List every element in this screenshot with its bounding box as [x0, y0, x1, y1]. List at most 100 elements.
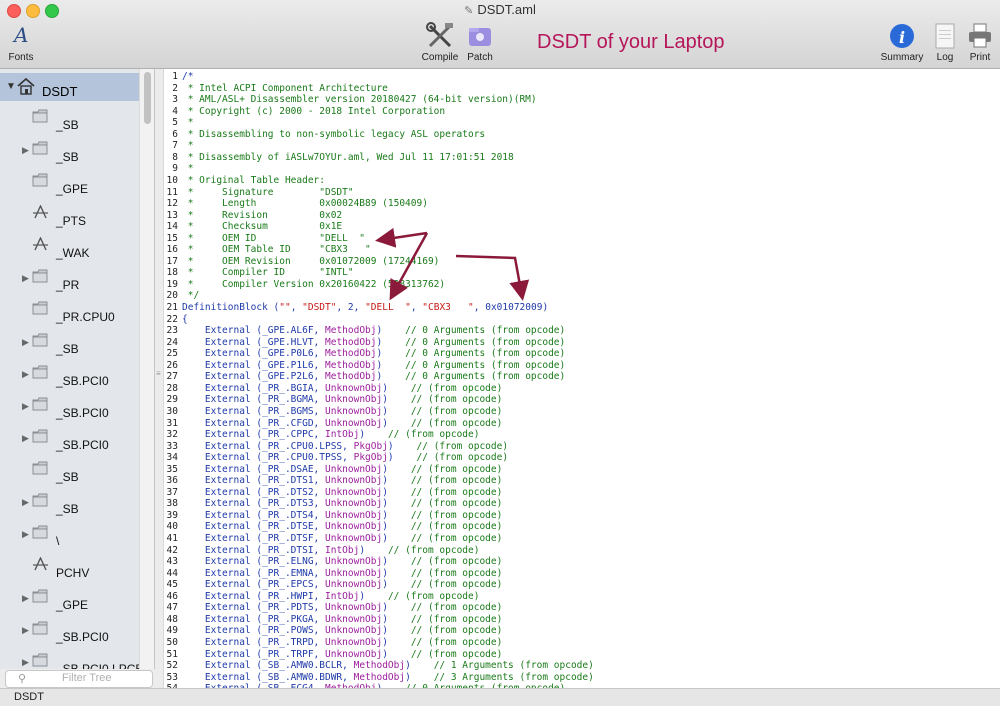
patch-button[interactable]: Patch — [462, 22, 498, 63]
sidebar-tree[interactable]: ▼ DSDT _SB ▶ _SB _GPE _PTS _WAK ▶ _PR _PR.CPU0 ▶ _… — [0, 69, 155, 669]
tree-item[interactable]: ▶ _SB.PCI0 — [0, 358, 140, 390]
tree-item[interactable]: ▶ _GPE — [0, 582, 140, 614]
disclosure-collapsed-icon[interactable]: ▶ — [22, 273, 29, 284]
code-line[interactable]: * Disassembling to non-symbolic legacy A… — [182, 129, 485, 141]
code-line[interactable]: External (_GPE.P1L6, MethodObj) // 0 Arg… — [182, 360, 565, 372]
code-line[interactable]: External (_PR_.TRPF, UnknownObj) // (fro… — [182, 649, 502, 661]
tree-item[interactable]: _GPE — [0, 166, 140, 198]
tree-item[interactable]: ▶ _SB — [0, 486, 140, 518]
code-line[interactable]: External (_PR_.EPCS, UnknownObj) // (fro… — [182, 579, 502, 591]
code-line[interactable]: External (_GPE.AL6F, MethodObj) // 0 Arg… — [182, 325, 565, 337]
tree-item[interactable]: ▶ _SB.PCI0 — [0, 614, 140, 646]
tree-item[interactable]: ▶ _SB — [0, 326, 140, 358]
code-line[interactable]: External (_PR_.DTSF, UnknownObj) // (fro… — [182, 533, 502, 545]
code-line[interactable]: * OEM Revision 0x01072009 (17244169) — [182, 256, 440, 268]
code-line[interactable]: * Disassembly of iASLw7OYUr.aml, Wed Jul… — [182, 152, 514, 164]
code-line[interactable]: External (_PR_.CPU0.LPSS, PkgObj) // (fr… — [182, 441, 508, 453]
code-line[interactable]: External (_PR_.EMNA, UnknownObj) // (fro… — [182, 568, 502, 580]
tree-item[interactable]: ▶ _SB.PCI0 — [0, 390, 140, 422]
code-line[interactable]: External (_SB_.AMW0.BDWR, MethodObj) // … — [182, 672, 594, 684]
disclosure-collapsed-icon[interactable]: ▶ — [22, 337, 29, 348]
code-line[interactable]: * Checksum 0x1E — [182, 221, 342, 233]
code-line[interactable]: External (_GPE.P2L6, MethodObj) // 0 Arg… — [182, 371, 565, 383]
disclosure-collapsed-icon[interactable]: ▶ — [22, 593, 29, 604]
sidebar-scrollbar[interactable] — [139, 69, 154, 669]
code-line[interactable]: * Length 0x00024B89 (150409) — [182, 198, 428, 210]
summary-button[interactable]: i Summary — [876, 22, 928, 63]
tree-item[interactable]: _SB — [0, 454, 140, 486]
code-line[interactable]: External (_PR_.BGMA, UnknownObj) // (fro… — [182, 394, 502, 406]
disclosure-expanded-icon[interactable]: ▼ — [6, 81, 16, 92]
code-line[interactable]: External (_PR_.DTS2, UnknownObj) // (fro… — [182, 487, 502, 499]
tree-item[interactable]: ▶ _SB.PCI0 — [0, 422, 140, 454]
tree-item[interactable]: ▶ _SB.PCI0.LPCB — [0, 646, 143, 669]
code-line[interactable]: External (_SB_.AMW0.BCLR, MethodObj) // … — [182, 660, 594, 672]
code-line[interactable]: External (_PR_.CPPC, IntObj) // (from op… — [182, 429, 480, 441]
compile-button[interactable]: Compile — [418, 22, 462, 63]
code-line[interactable]: External (_PR_.BGMS, UnknownObj) // (fro… — [182, 406, 502, 418]
code-line[interactable]: External (_PR_.PDTS, UnknownObj) // (fro… — [182, 602, 502, 614]
code-line[interactable]: * OEM ID "DELL " — [182, 233, 365, 245]
log-button[interactable]: Log — [930, 22, 960, 63]
disclosure-collapsed-icon[interactable]: ▶ — [22, 145, 29, 156]
code-line[interactable]: * Compiler ID "INTL" — [182, 267, 354, 279]
code-line[interactable]: * OEM Table ID "CBX3 " — [182, 244, 371, 256]
disclosure-collapsed-icon[interactable]: ▶ — [22, 401, 29, 412]
code-line[interactable]: External (_PR_.PKGA, UnknownObj) // (fro… — [182, 614, 502, 626]
code-token: External (_PR_.PDTS, — [182, 602, 325, 614]
code-line[interactable]: * Intel ACPI Component Architecture — [182, 83, 388, 95]
code-line[interactable]: * — [182, 140, 194, 152]
code-line[interactable]: External (_PR_.CFGD, UnknownObj) // (fro… — [182, 418, 502, 430]
code-line[interactable]: DefinitionBlock ("", "DSDT", 2, "DELL ",… — [182, 302, 548, 314]
code-line[interactable]: External (_PR_.HWPI, IntObj) // (from op… — [182, 591, 480, 603]
code-line[interactable]: * AML/ASL+ Disassembler version 20180427… — [182, 94, 537, 106]
sidebar-scrollbar-thumb[interactable] — [144, 72, 151, 124]
code-line[interactable]: * Signature "DSDT" — [182, 187, 354, 199]
code-line[interactable]: External (_GPE.P0L6, MethodObj) // 0 Arg… — [182, 348, 565, 360]
tree-item[interactable]: ▶ _SB — [0, 134, 140, 166]
code-line[interactable]: External (_PR_.DTS1, UnknownObj) // (fro… — [182, 475, 502, 487]
code-line[interactable]: * — [182, 163, 194, 175]
code-line[interactable]: External (_PR_.DTSI, IntObj) // (from op… — [182, 545, 480, 557]
code-line[interactable]: External (_PR_.DTSE, UnknownObj) // (fro… — [182, 521, 502, 533]
tree-item[interactable]: PCHV — [0, 550, 140, 582]
code-line[interactable]: * Copyright (c) 2000 - 2018 Intel Corpor… — [182, 106, 445, 118]
code-editor[interactable]: ≡ 1 /* 2 * Intel ACPI Component Architectu… — [155, 69, 1000, 688]
code-line[interactable]: { — [182, 314, 188, 326]
tree-item[interactable]: ▶ _PR — [0, 262, 140, 294]
code-line[interactable]: External (_PR_.TRPD, UnknownObj) // (fro… — [182, 637, 502, 649]
code-line[interactable]: External (_PR_.BGIA, UnknownObj) // (fro… — [182, 383, 502, 395]
disclosure-collapsed-icon[interactable]: ▶ — [22, 497, 29, 508]
disclosure-collapsed-icon[interactable]: ▶ — [22, 433, 29, 444]
code-line[interactable]: External (_PR_.DTS4, UnknownObj) // (fro… — [182, 510, 502, 522]
code-line[interactable]: * Original Table Header: — [182, 175, 325, 187]
disclosure-collapsed-icon[interactable]: ▶ — [22, 369, 29, 380]
code-line[interactable]: * — [182, 117, 194, 129]
disclosure-collapsed-icon[interactable]: ▶ — [22, 625, 29, 636]
code-line[interactable]: * Compiler Version 0x20160422 (538313762… — [182, 279, 445, 291]
print-button[interactable]: Print — [964, 22, 996, 63]
code-text-area[interactable]: 1 /* 2 * Intel ACPI Component Architecture… — [163, 69, 1000, 688]
disclosure-collapsed-icon[interactable]: ▶ — [22, 529, 29, 540]
disclosure-collapsed-icon[interactable]: ▶ — [22, 657, 29, 668]
split-handle-icon[interactable]: ≡ — [156, 369, 161, 378]
code-line[interactable]: External (_PR_.DTS3, UnknownObj) // (fro… — [182, 498, 502, 510]
tree-item[interactable]: _WAK — [0, 230, 140, 262]
code-line[interactable]: External (_PR_.ELNG, UnknownObj) // (fro… — [182, 556, 502, 568]
tree-item[interactable]: _PTS — [0, 198, 140, 230]
tree-item[interactable]: _SB — [0, 102, 140, 134]
code-line[interactable]: External (_GPE.HLVT, MethodObj) // 0 Arg… — [182, 337, 565, 349]
tree-item[interactable]: _PR.CPU0 — [0, 294, 140, 326]
code-line[interactable]: External (_PR_.CPU0.TPSS, PkgObj) // (fr… — [182, 452, 508, 464]
code-token: PkgObj — [353, 452, 388, 464]
code-line[interactable]: * Revision 0x02 — [182, 210, 342, 222]
tree-item[interactable]: ▶ \ — [0, 518, 140, 550]
tree-root-dsdt[interactable]: ▼ DSDT — [0, 73, 140, 101]
code-line[interactable]: External (_PR_.POWS, UnknownObj) // (fro… — [182, 625, 502, 637]
filter-tree-input[interactable]: ⚲ Filter Tree — [5, 670, 153, 688]
code-line[interactable]: External (_PR_.DSAE, UnknownObj) // (fro… — [182, 464, 502, 476]
code-line[interactable]: External (_SB_.ECG4, MethodObj) // 0 Arg… — [182, 683, 565, 688]
fonts-button[interactable]: A Fonts — [4, 22, 38, 63]
code-line[interactable]: /* — [182, 71, 193, 83]
code-line[interactable]: */ — [182, 290, 199, 302]
